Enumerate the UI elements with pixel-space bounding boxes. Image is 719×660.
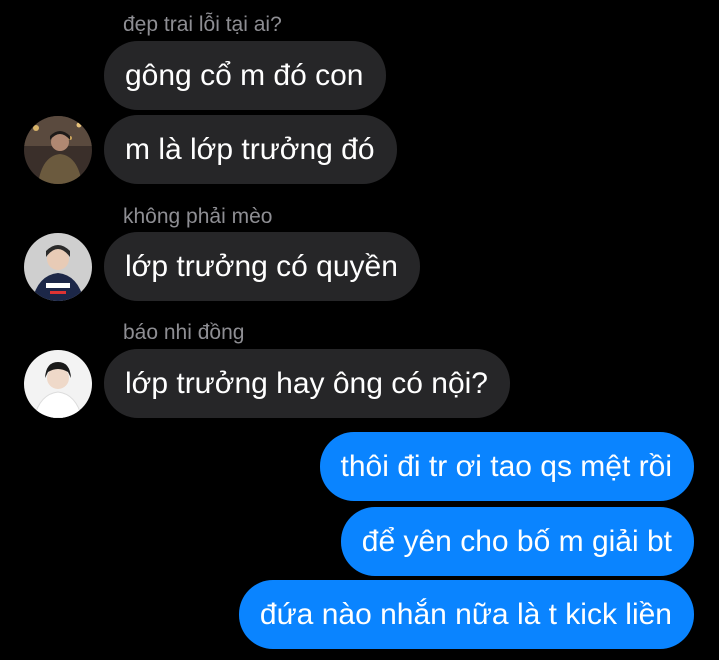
outgoing-message-bubble[interactable]: thôi đi tr ơi tao qs mệt rồi (319, 432, 694, 501)
user-photo-icon (24, 116, 92, 184)
outgoing-message-bubble[interactable]: để yên cho bố m giải bt (340, 507, 694, 576)
incoming-message-bubble[interactable]: lớp trưởng có quyền (104, 232, 420, 301)
incoming-message-bubble[interactable]: lớp trưởng hay ông có nội? (104, 349, 510, 418)
avatar[interactable] (24, 350, 92, 418)
sender-name: báo nhi đồng (123, 321, 245, 344)
user-photo-icon (24, 350, 92, 418)
incoming-message-bubble[interactable]: gông cổ m đó con (104, 41, 386, 110)
user-photo-icon (24, 233, 92, 301)
sender-name: đẹp trai lỗi tại ai? (123, 13, 282, 36)
outgoing-message-bubble[interactable]: đứa nào nhắn nữa là t kick liền (238, 580, 694, 649)
avatar[interactable] (24, 233, 92, 301)
sender-name: không phải mèo (123, 205, 273, 228)
avatar[interactable] (24, 116, 92, 184)
incoming-message-bubble[interactable]: m là lớp trưởng đó (104, 115, 397, 184)
